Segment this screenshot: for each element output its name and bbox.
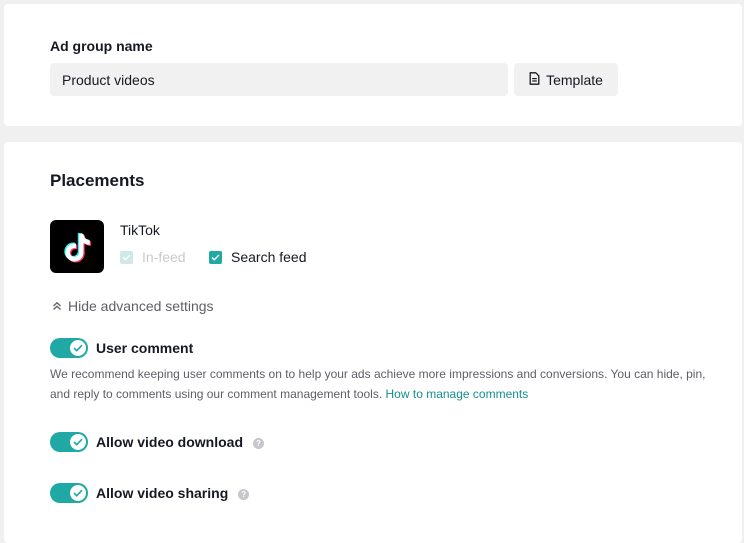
template-button[interactable]: Template bbox=[514, 63, 618, 96]
placements-title: Placements bbox=[50, 171, 145, 190]
double-chevron-up-icon bbox=[52, 298, 62, 314]
video-download-label: Allow video download bbox=[96, 434, 243, 450]
app-name: TikTok bbox=[120, 222, 160, 238]
check-icon bbox=[73, 489, 83, 497]
search-feed-label: Search feed bbox=[231, 249, 307, 265]
how-to-manage-comments-link[interactable]: How to manage comments bbox=[386, 387, 529, 401]
user-comment-switch[interactable] bbox=[50, 338, 88, 358]
help-question-icon[interactable]: ? bbox=[253, 437, 264, 449]
help-question-icon[interactable]: ? bbox=[238, 488, 250, 500]
placements-card: Placements TikTok In-feed Search feed Hi… bbox=[4, 142, 742, 543]
check-icon bbox=[211, 254, 220, 261]
in-feed-label: In-feed bbox=[142, 249, 186, 265]
video-sharing-label: Allow video sharing bbox=[96, 485, 229, 501]
placement-option-search-feed[interactable]: Search feed bbox=[209, 249, 307, 265]
user-comment-label: User comment bbox=[96, 340, 194, 356]
ad-group-name-card: Ad group name Template bbox=[4, 4, 742, 126]
checkbox-search-feed[interactable] bbox=[209, 250, 222, 264]
ad-group-name-label: Ad group name bbox=[50, 38, 153, 54]
user-comment-setting: User comment bbox=[50, 338, 193, 358]
video-sharing-switch[interactable] bbox=[50, 483, 88, 503]
video-download-setting: Allow video download ? bbox=[50, 432, 264, 452]
document-icon bbox=[529, 71, 540, 88]
video-download-switch[interactable] bbox=[50, 432, 88, 452]
check-icon bbox=[122, 254, 131, 261]
template-button-label: Template bbox=[546, 71, 603, 88]
hide-advanced-settings-label: Hide advanced settings bbox=[68, 298, 214, 314]
check-icon bbox=[73, 438, 83, 446]
checkbox-in-feed[interactable] bbox=[120, 250, 133, 264]
user-comment-description: We recommend keeping user comments on to… bbox=[50, 364, 710, 404]
check-icon bbox=[73, 344, 83, 352]
tiktok-logo-icon bbox=[50, 220, 104, 273]
placement-option-in-feed[interactable]: In-feed bbox=[120, 249, 186, 265]
user-comment-description-text: We recommend keeping user comments on to… bbox=[50, 367, 706, 401]
ad-group-name-input[interactable] bbox=[50, 63, 508, 96]
video-sharing-setting: Allow video sharing ? bbox=[50, 483, 250, 503]
hide-advanced-settings-toggle[interactable]: Hide advanced settings bbox=[52, 298, 214, 314]
